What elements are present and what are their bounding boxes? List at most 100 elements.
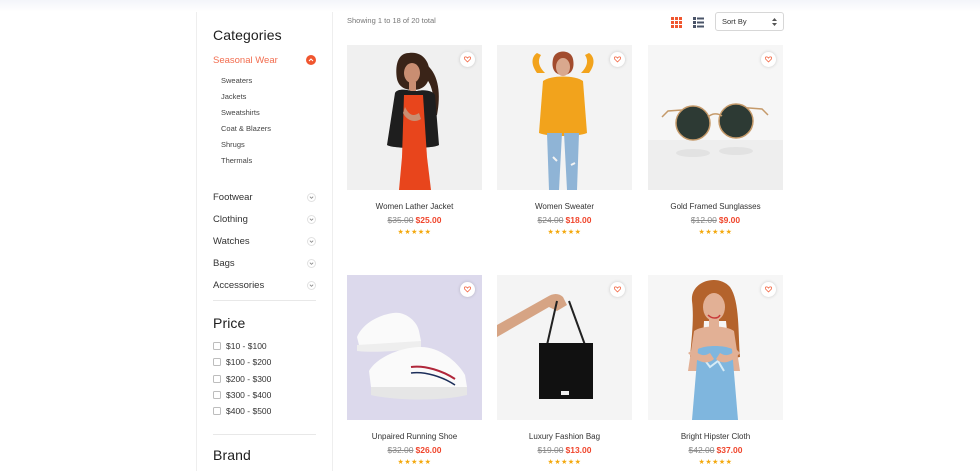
chevron-down-icon[interactable] [307, 258, 316, 268]
category-label: Seasonal Wear [213, 54, 278, 66]
wishlist-button[interactable] [610, 282, 625, 297]
category-label: Footwear [213, 191, 253, 203]
chevron-down-icon[interactable] [307, 280, 316, 290]
product-photo-jacket [347, 45, 482, 190]
price-checkbox[interactable] [213, 391, 221, 400]
old-price: $19.00 [537, 445, 564, 455]
price-checkbox[interactable] [213, 358, 221, 367]
price-option[interactable]: $200 - $300 [213, 371, 323, 387]
category-watches[interactable]: Watches [213, 230, 316, 252]
heart-icon [614, 286, 621, 293]
product-card[interactable]: Women Lather Jacket $35.00 $25.00 ★★★★★ [347, 45, 482, 236]
old-price: $35.00 [387, 215, 414, 225]
old-price: $12.00 [690, 215, 717, 225]
subcategory-item[interactable]: Shrugs [221, 140, 321, 156]
price-checkbox[interactable] [213, 407, 221, 416]
grid-view-icon[interactable] [671, 15, 682, 28]
wishlist-button[interactable] [610, 52, 625, 67]
sort-by-select[interactable]: Sort By [715, 12, 784, 31]
new-price: $37.00 [716, 445, 743, 455]
product-image[interactable] [648, 45, 783, 190]
product-image[interactable] [648, 275, 783, 420]
product-image[interactable] [497, 275, 632, 420]
heart-icon [765, 286, 772, 293]
new-price: $25.00 [415, 215, 442, 225]
product-photo-sweater [497, 45, 632, 190]
heart-icon [765, 56, 772, 63]
wishlist-button[interactable] [761, 282, 776, 297]
category-label: Clothing [213, 213, 248, 225]
chevron-down-icon[interactable] [307, 236, 316, 246]
price-option[interactable]: $300 - $400 [213, 387, 323, 403]
product-name[interactable]: Unpaired Running Shoe [347, 432, 482, 441]
product-image[interactable] [497, 45, 632, 190]
product-name[interactable]: Women Lather Jacket [347, 202, 482, 211]
price-option[interactable]: $10 - $100 [213, 338, 323, 354]
product-name[interactable]: Gold Framed Sunglasses [648, 202, 783, 211]
old-price: $24.00 [537, 215, 564, 225]
product-image[interactable] [347, 275, 482, 420]
product-name[interactable]: Luxury Fashion Bag [497, 432, 632, 441]
product-card[interactable]: Gold Framed Sunglasses $12.00 $9.00 ★★★★★ [648, 45, 783, 236]
wishlist-button[interactable] [460, 52, 475, 67]
category-seasonal-wear[interactable]: Seasonal Wear [213, 53, 316, 67]
product-name[interactable]: Bright Hipster Cloth [648, 432, 783, 441]
wishlist-button[interactable] [761, 52, 776, 67]
price-range-label: $100 - $200 [226, 357, 272, 368]
product-card[interactable]: Women Sweater $24.00 $18.00 ★★★★★ [497, 45, 632, 236]
old-price: $42.00 [688, 445, 715, 455]
category-clothing[interactable]: Clothing [213, 208, 316, 230]
subcategory-item[interactable]: Coat & Blazers [221, 124, 321, 140]
price-range-label: $200 - $300 [226, 373, 272, 384]
product-name[interactable]: Women Sweater [497, 202, 632, 211]
list-view-icon[interactable] [693, 15, 704, 28]
price-checkbox[interactable] [213, 342, 221, 351]
new-price: $13.00 [565, 445, 592, 455]
top-band [0, 0, 980, 12]
subcategory-list: Sweaters Jackets Sweatshirts Coat & Blaz… [221, 76, 321, 172]
category-list: Footwear Clothing Watches Bags Accessori… [213, 186, 316, 296]
rating-stars: ★★★★★ [698, 459, 733, 466]
category-bags[interactable]: Bags [213, 252, 316, 274]
product-price: $35.00 $25.00 [347, 215, 482, 225]
product-photo-sunglasses [648, 45, 783, 190]
price-option[interactable]: $100 - $200 [213, 354, 323, 370]
subcategory-item[interactable]: Thermals [221, 156, 321, 172]
product-image[interactable] [347, 45, 482, 190]
rating-stars: ★★★★★ [397, 229, 432, 236]
divider [213, 300, 316, 301]
rating-stars: ★★★★★ [698, 229, 733, 236]
chevron-up-icon[interactable] [306, 55, 316, 65]
product-card[interactable]: Luxury Fashion Bag $19.00 $13.00 ★★★★★ [497, 275, 632, 466]
product-card[interactable]: Bright Hipster Cloth $42.00 $37.00 ★★★★★ [648, 275, 783, 466]
product-price: $19.00 $13.00 [497, 445, 632, 455]
subcategory-item[interactable]: Jackets [221, 92, 321, 108]
price-range-label: $10 - $100 [226, 341, 267, 352]
wishlist-button[interactable] [460, 282, 475, 297]
category-label: Accessories [213, 279, 265, 291]
category-accessories[interactable]: Accessories [213, 274, 316, 296]
sort-arrows-icon [772, 17, 777, 26]
chevron-down-icon[interactable] [307, 192, 316, 202]
subcategory-item[interactable]: Sweatshirts [221, 108, 321, 124]
category-footwear[interactable]: Footwear [213, 186, 316, 208]
product-card[interactable]: Unpaired Running Shoe $32.00 $26.00 ★★★★★ [347, 275, 482, 466]
price-option[interactable]: $400 - $500 [213, 403, 323, 419]
price-filter-list: $10 - $100 $100 - $200 $200 - $300 $300 … [213, 338, 323, 419]
rating-stars: ★★★★★ [547, 459, 582, 466]
new-price: $26.00 [415, 445, 442, 455]
product-photo-bag [497, 275, 632, 420]
product-price: $32.00 $26.00 [347, 445, 482, 455]
price-checkbox[interactable] [213, 374, 221, 383]
category-label: Watches [213, 235, 250, 247]
divider [213, 434, 316, 435]
product-price: $24.00 $18.00 [497, 215, 632, 225]
product-price: $42.00 $37.00 [648, 445, 783, 455]
old-price: $32.00 [387, 445, 414, 455]
subcategory-item[interactable]: Sweaters [221, 76, 321, 92]
price-range-label: $400 - $500 [226, 406, 272, 417]
new-price: $18.00 [565, 215, 592, 225]
category-label: Bags [213, 257, 235, 269]
sort-by-label: Sort By [722, 17, 747, 26]
chevron-down-icon[interactable] [307, 214, 316, 224]
